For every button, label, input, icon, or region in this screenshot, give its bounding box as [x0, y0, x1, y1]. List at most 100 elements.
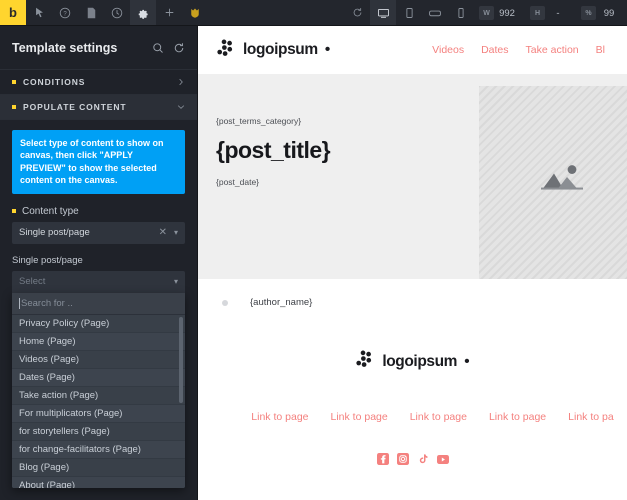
- single-post-select[interactable]: Select ▾: [12, 270, 185, 293]
- facebook-icon[interactable]: [376, 453, 389, 465]
- shield-icon[interactable]: [182, 0, 208, 25]
- post-category: {post_terms_category}: [216, 116, 302, 126]
- instagram-icon[interactable]: [396, 453, 409, 465]
- author-name: {author_name}: [250, 297, 313, 308]
- height-label: H: [530, 6, 545, 20]
- logo-mark-icon: [216, 39, 236, 62]
- page-icon[interactable]: [78, 0, 104, 25]
- content-type-select[interactable]: Single post/page ✕ ▾: [12, 221, 185, 244]
- footer-link[interactable]: Link to page: [331, 411, 388, 423]
- help-icon[interactable]: ?: [52, 0, 78, 25]
- content-type-label: Content type: [22, 205, 79, 217]
- preview-notice: Select type of content to show on canvas…: [12, 130, 185, 194]
- page-title: {post_title}: [216, 137, 331, 163]
- post-hero: {post_terms_category} {post_title} {post…: [198, 74, 627, 279]
- chevron-down-icon: ▾: [173, 277, 178, 287]
- top-toolbar: b ? W 992 H - % 99: [0, 0, 627, 26]
- image-placeholder-icon: [539, 161, 585, 200]
- dropdown-scrollbar[interactable]: [179, 316, 183, 403]
- site-logo[interactable]: logoipsum •: [216, 39, 330, 62]
- nav-item-videos[interactable]: Videos: [432, 44, 464, 56]
- youtube-icon[interactable]: [436, 453, 449, 465]
- footer-link[interactable]: Link to page: [489, 411, 546, 423]
- list-item[interactable]: About (Page): [12, 476, 185, 488]
- content-type-value: Single post/page: [19, 227, 90, 239]
- footer-link[interactable]: Link to page: [251, 411, 308, 423]
- footer-link[interactable]: Link to pa: [568, 411, 614, 423]
- bricks-builder-app: b ? W 992 H - % 99 Template settings CON…: [0, 0, 627, 500]
- mobile-landscape-icon[interactable]: [422, 0, 448, 25]
- site-header: logoipsum • Videos Dates Take action Bl: [198, 26, 627, 74]
- cursor-icon[interactable]: [26, 0, 52, 25]
- social-icon-row: [198, 453, 627, 465]
- list-item[interactable]: Home (Page): [12, 332, 185, 351]
- section-bullet: [12, 105, 16, 109]
- workspace: Template settings CONDITIONS POPULATE CO…: [0, 26, 627, 500]
- search-icon[interactable]: [152, 42, 164, 54]
- logo-dot: •: [324, 41, 331, 58]
- avatar: [222, 299, 228, 306]
- dropdown-option-list[interactable]: Privacy Policy (Page) Home (Page) Videos…: [12, 315, 185, 488]
- section-label-populate-content: POPULATE CONTENT: [23, 102, 127, 112]
- post-date: {post_date}: [216, 177, 260, 187]
- canvas-width-field[interactable]: W 992: [477, 0, 522, 26]
- search-placeholder: Search for ..: [21, 297, 73, 309]
- zoom-value: 99: [603, 7, 615, 19]
- desktop-icon[interactable]: [370, 0, 396, 25]
- clear-icon[interactable]: ✕: [159, 227, 167, 238]
- author-row: {author_name}: [198, 279, 627, 308]
- list-item[interactable]: Videos (Page): [12, 351, 185, 369]
- settings-sidebar: Template settings CONDITIONS POPULATE CO…: [0, 26, 198, 500]
- text-caret: [19, 297, 20, 309]
- footer-link-row: Link to page Link to page Link to page L…: [198, 411, 627, 423]
- canvas-height-field[interactable]: H -: [528, 0, 573, 26]
- section-label-conditions: CONDITIONS: [23, 77, 86, 87]
- chevron-down-icon: ▾: [173, 228, 178, 238]
- footer-logo-text: logoipsum: [382, 352, 458, 370]
- sidebar-section-populate-content[interactable]: POPULATE CONTENT: [0, 95, 197, 120]
- refresh-icon[interactable]: [173, 42, 185, 54]
- panel-title: Template settings: [12, 40, 118, 55]
- svg-text:?: ?: [63, 11, 67, 17]
- nav-item-blog[interactable]: Bl: [596, 44, 605, 56]
- single-post-dropdown: Search for .. Privacy Policy (Page) Home…: [12, 292, 185, 488]
- list-item[interactable]: Take action (Page): [12, 387, 185, 405]
- post-meta-block: {post_terms_category} {post_title} {post…: [198, 74, 479, 279]
- list-item[interactable]: Blog (Page): [12, 459, 185, 477]
- nav-item-take-action[interactable]: Take action: [526, 44, 579, 56]
- height-value: -: [556, 7, 560, 19]
- mobile-portrait-icon[interactable]: [448, 0, 474, 25]
- populate-content-body: Select type of content to show on canvas…: [0, 120, 197, 488]
- reload-icon[interactable]: [344, 0, 370, 25]
- site-nav: Videos Dates Take action Bl: [432, 44, 609, 56]
- content-type-label-row: Content type: [12, 206, 185, 217]
- dropdown-search-input[interactable]: Search for ..: [12, 292, 185, 315]
- tiktok-icon[interactable]: [417, 453, 429, 465]
- plus-icon[interactable]: [156, 0, 182, 25]
- chevron-down-icon: [177, 103, 185, 111]
- history-icon[interactable]: [104, 0, 130, 25]
- footer-logo[interactable]: logoipsum •: [198, 350, 627, 373]
- list-item[interactable]: Dates (Page): [12, 368, 185, 387]
- list-item[interactable]: for change-facilitators (Page): [12, 440, 185, 459]
- canvas-zoom-field[interactable]: % 99: [579, 0, 624, 26]
- nav-item-dates[interactable]: Dates: [481, 44, 508, 56]
- logo-mark-icon: [355, 350, 375, 373]
- tablet-portrait-icon[interactable]: [396, 0, 422, 25]
- list-item[interactable]: For multiplicators (Page): [12, 404, 185, 423]
- list-item[interactable]: for storytellers (Page): [12, 423, 185, 441]
- list-item[interactable]: Privacy Policy (Page): [12, 315, 185, 333]
- featured-image-placeholder: [479, 86, 627, 279]
- section-bullet: [12, 80, 16, 84]
- single-post-value: Select: [19, 276, 46, 288]
- chevron-right-icon: [177, 78, 185, 86]
- footer-link[interactable]: Link to page: [410, 411, 467, 423]
- builder-logo[interactable]: b: [0, 0, 26, 25]
- sidebar-section-conditions[interactable]: CONDITIONS: [0, 70, 197, 95]
- footer-logo-dot: •: [464, 352, 470, 370]
- width-value: 992: [499, 7, 515, 19]
- width-label: W: [479, 6, 494, 20]
- gear-icon[interactable]: [130, 0, 156, 25]
- preview-canvas: logoipsum • Videos Dates Take action Bl {…: [198, 26, 627, 500]
